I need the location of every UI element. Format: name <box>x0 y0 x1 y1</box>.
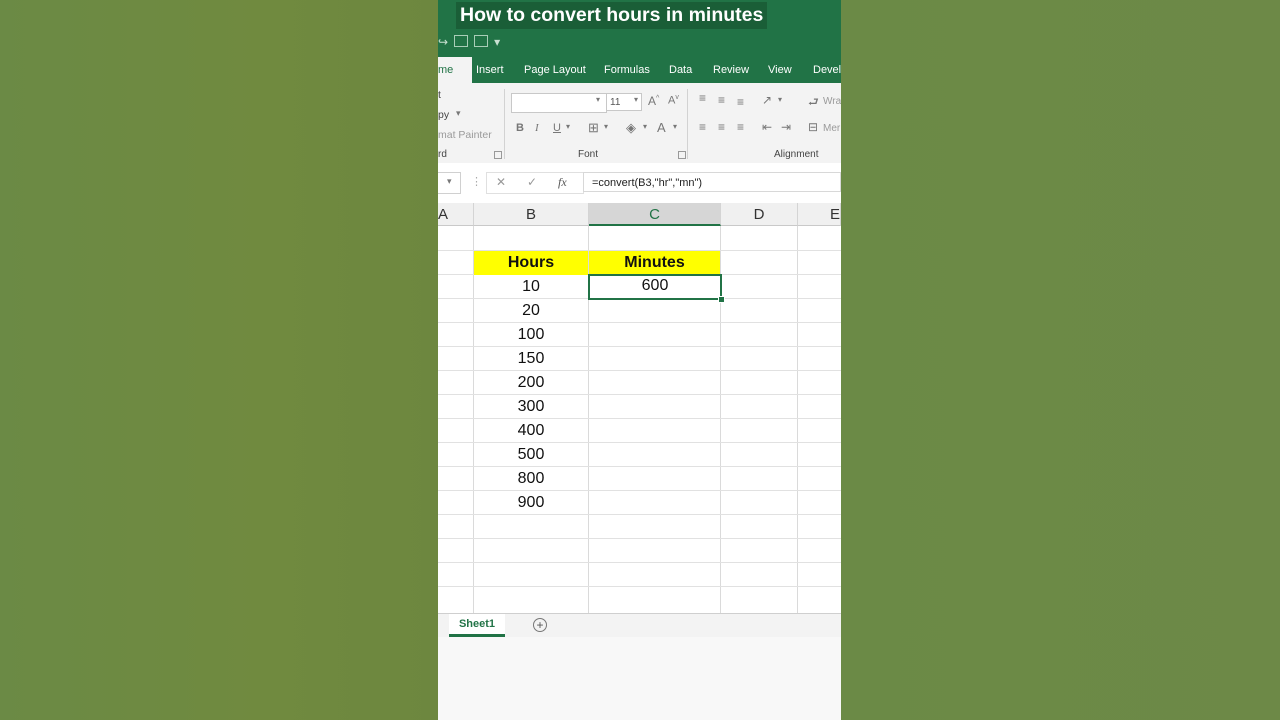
copy-dropdown-icon[interactable]: ▾ <box>456 108 461 119</box>
tab-page-layout[interactable]: Page Layout <box>524 57 586 83</box>
group-divider <box>687 89 688 159</box>
formula-bar: ▾ ⋮ ✕ ✓ fx =convert(B3,"hr","mn") <box>438 163 841 203</box>
quick-access-toolbar: ↪ ▾ <box>438 33 500 51</box>
fill-color-icon[interactable]: ◈ <box>626 120 636 136</box>
clipboard-launcher-icon[interactable] <box>494 151 502 159</box>
align-right-icon[interactable]: ≡ <box>737 120 744 134</box>
font-dropdown-icon[interactable]: ▾ <box>596 95 600 104</box>
wrap-text-icon[interactable]: ⮐ <box>808 93 819 114</box>
tab-formulas[interactable]: Formulas <box>604 57 650 83</box>
increase-indent-icon[interactable]: ⇥ <box>781 120 791 134</box>
insert-function-icon[interactable]: fx <box>558 175 567 190</box>
bold-icon[interactable]: B <box>516 122 524 134</box>
size-dropdown-icon[interactable]: ▾ <box>634 95 638 104</box>
borders-icon[interactable]: ⊞ <box>588 120 599 136</box>
sheet-tab-sheet1[interactable]: Sheet1 <box>449 614 505 637</box>
group-divider <box>504 89 505 159</box>
decrease-indent-icon[interactable]: ⇤ <box>762 120 772 134</box>
font-name-input[interactable] <box>511 93 607 113</box>
tab-view[interactable]: View <box>768 57 792 83</box>
format-painter-button[interactable]: mat Painter <box>438 129 492 141</box>
column-header-b[interactable]: B <box>474 203 589 226</box>
gridline <box>438 538 841 539</box>
bottom-align-icon[interactable]: ≡ <box>737 95 744 109</box>
column-header-c[interactable]: C <box>589 203 721 226</box>
hours-cell[interactable]: 20 <box>474 299 588 323</box>
align-center-icon[interactable]: ≡ <box>718 120 725 134</box>
video-title: How to convert hours in minutes <box>456 2 768 29</box>
tab-home[interactable]: me <box>438 57 472 83</box>
enter-icon[interactable]: ✓ <box>527 175 537 189</box>
ribbon: t py ▾ mat Painter rd ▾ 11 ▾ A^ Av B I U… <box>438 83 841 164</box>
cut-button[interactable]: t <box>438 89 441 101</box>
redo-icon[interactable]: ↪ <box>438 35 448 49</box>
fill-dropdown-icon[interactable]: ▾ <box>643 122 647 131</box>
merge-icon[interactable]: ⊟ <box>808 120 818 134</box>
fill-handle[interactable] <box>718 296 725 303</box>
italic-icon[interactable]: I <box>535 122 539 134</box>
hours-cell[interactable]: 300 <box>474 395 588 419</box>
hours-cell[interactable]: 400 <box>474 419 588 443</box>
font-launcher-icon[interactable] <box>678 151 686 159</box>
underline-icon[interactable]: U <box>553 122 561 134</box>
hours-cell[interactable]: 200 <box>474 371 588 395</box>
column-header-d[interactable]: D <box>721 203 798 226</box>
gridline <box>438 586 841 587</box>
middle-align-icon[interactable]: ≡ <box>718 93 725 107</box>
underline-dropdown-icon[interactable]: ▾ <box>566 122 570 131</box>
add-sheet-icon[interactable]: + <box>533 618 547 632</box>
merge-label[interactable]: Mer <box>823 123 840 134</box>
active-cell-c3[interactable]: 600 <box>588 274 722 300</box>
cancel-icon[interactable]: ✕ <box>496 175 506 189</box>
copy-button[interactable]: py <box>438 109 449 121</box>
excel-window: How to convert hours in minutes ↪ ▾ me I… <box>438 0 841 720</box>
hours-cell[interactable]: 800 <box>474 467 588 491</box>
orientation-icon[interactable]: ↗ <box>762 93 772 107</box>
hours-cell[interactable]: 150 <box>474 347 588 371</box>
ribbon-tabs: me Insert Page Layout Formulas Data Revi… <box>438 57 841 83</box>
hours-cell[interactable]: 500 <box>474 443 588 467</box>
alignment-group-label: Alignment <box>774 149 819 160</box>
wrap-text-label[interactable]: Wra <box>823 96 841 107</box>
tab-developer[interactable]: Develo <box>813 57 841 83</box>
formula-input[interactable]: =convert(B3,"hr","mn") <box>583 172 841 192</box>
decrease-font-icon[interactable]: Av <box>668 94 679 107</box>
clipboard-group-label: rd <box>438 149 447 160</box>
hours-cell[interactable]: 900 <box>474 491 588 515</box>
name-box-dropdown-icon[interactable]: ▾ <box>447 176 452 187</box>
gridline <box>438 562 841 563</box>
font-color-dropdown-icon[interactable]: ▾ <box>673 122 677 131</box>
top-align-icon[interactable]: ≡ <box>699 91 706 105</box>
hours-cell[interactable]: 10 <box>474 275 588 299</box>
sheet-tab-bar: Sheet1 + <box>438 613 841 638</box>
minutes-header-cell[interactable]: Minutes <box>589 251 720 275</box>
title-bar: How to convert hours in minutes ↪ ▾ <box>438 0 841 57</box>
tab-insert[interactable]: Insert <box>476 57 504 83</box>
align-left-icon[interactable]: ≡ <box>699 120 706 134</box>
background-left <box>0 0 438 720</box>
formula-bar-options-icon[interactable]: ⋮ <box>471 175 482 188</box>
orientation-dropdown-icon[interactable]: ▾ <box>778 95 782 104</box>
column-header-e[interactable]: E <box>798 203 841 226</box>
tab-review[interactable]: Review <box>713 57 749 83</box>
customize-qat-icon[interactable]: ▾ <box>494 35 500 49</box>
grid-icon[interactable] <box>474 34 489 50</box>
background-right <box>841 0 1280 720</box>
tab-data[interactable]: Data <box>669 57 692 83</box>
hours-cell[interactable]: 100 <box>474 323 588 347</box>
font-color-icon[interactable]: A <box>657 120 666 135</box>
status-area <box>438 637 841 720</box>
column-header-a[interactable]: A <box>438 203 474 226</box>
font-group-label: Font <box>578 149 599 160</box>
table-icon[interactable] <box>454 34 469 50</box>
spreadsheet-grid: A B C D E Hours Minutes 10 20 100 150 20… <box>438 203 841 613</box>
increase-font-icon[interactable]: A^ <box>648 94 659 108</box>
hours-header-cell[interactable]: Hours <box>474 251 588 275</box>
gridline <box>797 226 798 613</box>
borders-dropdown-icon[interactable]: ▾ <box>604 122 608 131</box>
